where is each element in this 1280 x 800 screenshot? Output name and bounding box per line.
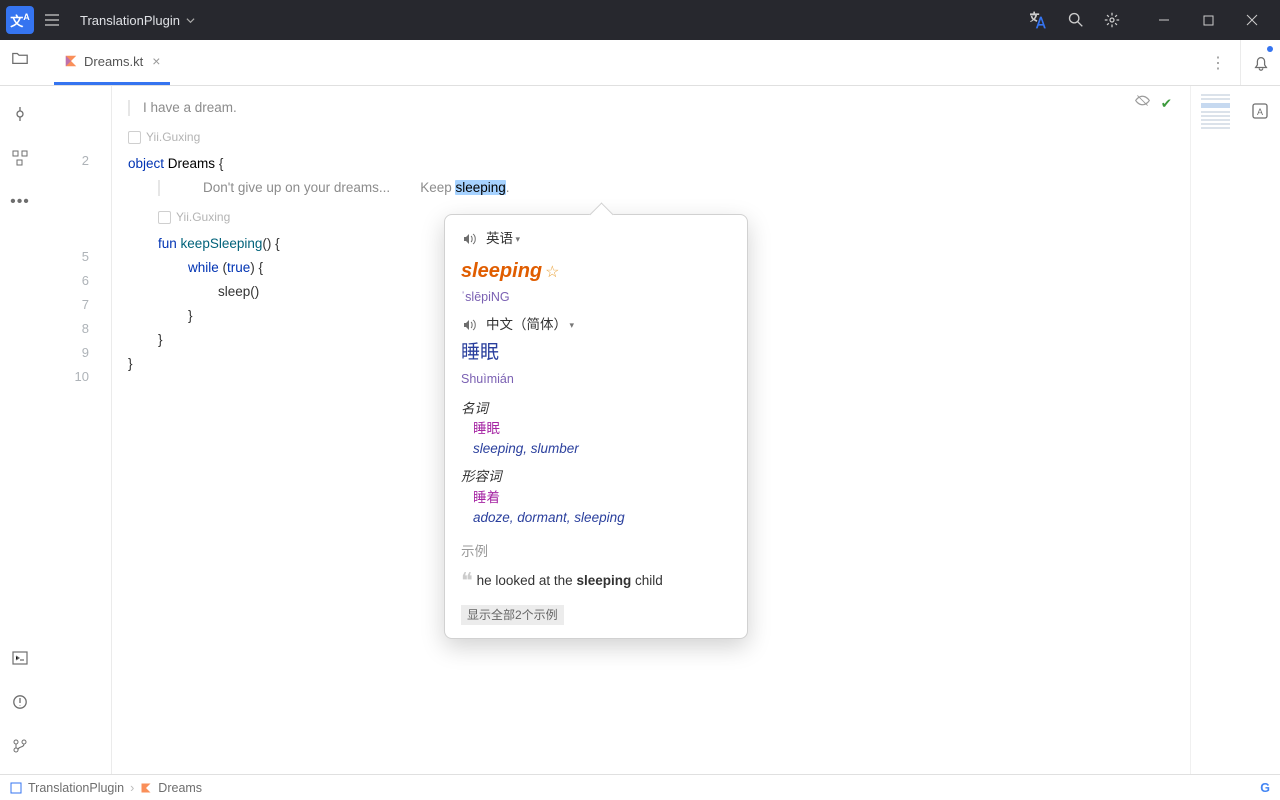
pos-noun-en: sleeping, slumber [473, 439, 731, 459]
main-menu-button[interactable] [38, 6, 66, 34]
window-maximize-button[interactable] [1186, 0, 1230, 40]
commit-icon [12, 106, 28, 122]
git-branch-icon [12, 738, 28, 754]
kotlin-file-icon [64, 54, 78, 68]
translate-icon [1030, 10, 1050, 30]
kotlin-object-icon [140, 782, 152, 794]
search-icon [1067, 11, 1085, 29]
search-button[interactable] [1062, 6, 1090, 34]
pos-adj-en: adoze, dormant, sleeping [473, 508, 731, 528]
hamburger-icon [43, 11, 61, 29]
breadcrumb-leaf[interactable]: Dreams [158, 781, 202, 795]
translation-popup: 英语 sleeping☆ ˈslēpiNG 中文（简体） 睡眠 Shuìmián… [444, 214, 748, 639]
doc-comment-1: I have a dream. [143, 96, 237, 120]
pos-noun-label: 名词 [461, 399, 731, 419]
author-annotation-1: Yii.Guxing [146, 125, 200, 149]
class-name: Dreams [168, 156, 215, 171]
pos-noun-zh: 睡眠 [473, 419, 731, 439]
editor-gutter: 2 5 6 7 8 9 10 [40, 86, 112, 774]
notification-dot-icon [1267, 46, 1273, 52]
app-logo-icon: 文A [6, 6, 34, 34]
author-annotation-2: Yii.Guxing [176, 205, 230, 229]
popup-pinyin: Shuìmián [461, 370, 731, 389]
ellipsis-icon: ••• [10, 193, 30, 211]
left-tool-strip: ••• [0, 86, 40, 774]
module-icon [10, 782, 22, 794]
translate-action-button[interactable] [1026, 6, 1054, 34]
vcs-tool-button[interactable] [8, 734, 32, 758]
structure-tool-button[interactable] [8, 146, 32, 170]
maximize-icon [1203, 15, 1214, 26]
window-minimize-button[interactable] [1142, 0, 1186, 40]
keyword-fun: fun [158, 236, 177, 251]
popup-translation: 睡眠 [461, 339, 731, 368]
notifications-button[interactable] [1252, 54, 1270, 72]
top-panel: Dreams.kt × ⋮ [0, 40, 1280, 86]
keyword-while: while [188, 260, 219, 275]
problems-icon [12, 694, 28, 710]
code-minimap[interactable] [1190, 86, 1240, 774]
terminal-icon [12, 650, 28, 666]
favorite-star-button[interactable]: ☆ [545, 264, 559, 281]
breadcrumb-root[interactable]: TranslationPlugin [28, 781, 124, 795]
chevron-down-icon [186, 16, 195, 25]
source-lang-dropdown[interactable]: 英语 [486, 229, 520, 249]
example-sentence: ❝ he looked at the sleeping child [461, 564, 731, 597]
pos-adj-label: 形容词 [461, 467, 731, 487]
svg-text:A: A [1257, 107, 1263, 117]
inspection-eye-icon[interactable] [1134, 92, 1151, 116]
editor-tab-dreams[interactable]: Dreams.kt × [54, 40, 170, 85]
play-source-audio-button[interactable] [461, 231, 478, 248]
project-dropdown[interactable]: TranslationPlugin [80, 13, 195, 28]
statusbar: TranslationPlugin › Dreams G [0, 774, 1280, 800]
bell-icon [1252, 54, 1270, 72]
window-close-button[interactable] [1230, 0, 1274, 40]
commit-tool-button[interactable] [8, 102, 32, 126]
doc-comment-2a: Don't give up on your dreams... [203, 176, 390, 200]
sleep-call: sleep() [218, 284, 259, 299]
examples-title: 示例 [461, 542, 731, 562]
minimize-icon [1158, 14, 1170, 26]
function-name: keepSleeping [181, 236, 263, 251]
folder-icon [11, 49, 29, 67]
inspection-ok-icon[interactable]: ✔ [1161, 92, 1172, 116]
target-lang-dropdown[interactable]: 中文（简体） [486, 315, 574, 335]
selected-word: sleeping [455, 180, 505, 195]
keyword-object: object [128, 156, 164, 171]
show-more-examples-button[interactable]: 显示全部2个示例 [461, 605, 564, 625]
right-tool-strip: A [1240, 86, 1280, 774]
right-tool-strip-top [1240, 40, 1280, 85]
code-editor[interactable]: ✔ I have a dream. Yii.Guxing object Drea… [112, 86, 1190, 774]
play-target-audio-button[interactable] [461, 317, 478, 334]
problems-tool-button[interactable] [8, 690, 32, 714]
ai-icon: A [1251, 102, 1269, 120]
editor-more-button[interactable]: ⋮ [1206, 53, 1230, 73]
close-icon [1246, 14, 1258, 26]
settings-button[interactable] [1098, 6, 1126, 34]
breadcrumb-chevron-icon: › [130, 781, 134, 795]
titlebar: 文A TranslationPlugin [0, 0, 1280, 40]
quote-icon: ❝ [461, 568, 473, 593]
structure-icon [12, 150, 28, 166]
popup-phonetic: ˈslēpiNG [461, 288, 731, 307]
left-tool-strip-top [0, 40, 40, 85]
content-area: ••• 2 5 6 7 8 9 10 ✔ I have a dream. Yii… [0, 86, 1280, 774]
tab-filename: Dreams.kt [84, 54, 143, 69]
more-tools-button[interactable]: ••• [8, 190, 32, 214]
keyword-true: true [227, 260, 250, 275]
google-translate-engine-icon[interactable]: G [1260, 781, 1270, 795]
gear-icon [1103, 11, 1121, 29]
pos-adj-zh: 睡着 [473, 488, 731, 508]
tab-close-button[interactable]: × [152, 53, 160, 69]
doc-comment-2b: Keep sleeping. [420, 176, 509, 200]
ai-assistant-tool-button[interactable]: A [1247, 98, 1273, 124]
project-name: TranslationPlugin [80, 13, 180, 28]
popup-headword: sleeping [461, 256, 542, 286]
project-tool-button[interactable] [6, 44, 34, 72]
terminal-tool-button[interactable] [8, 646, 32, 670]
